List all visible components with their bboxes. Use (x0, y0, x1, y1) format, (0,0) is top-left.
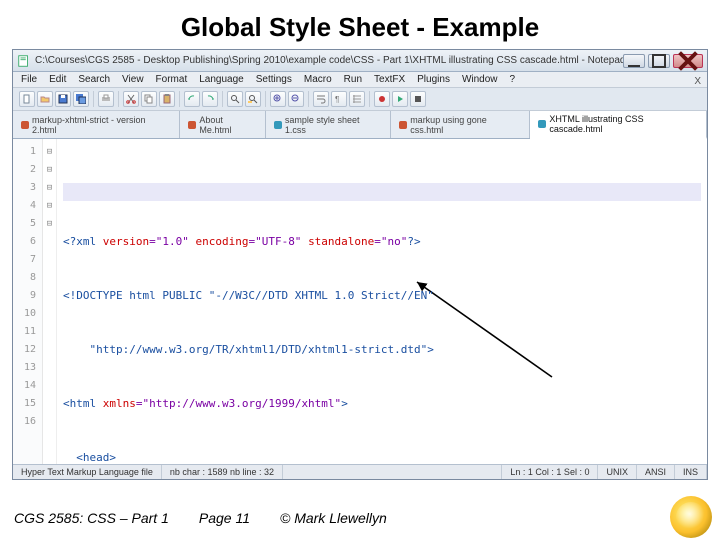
titlebar: C:\Courses\CGS 2585 - Desktop Publishing… (13, 50, 707, 72)
close-button[interactable] (673, 54, 703, 68)
window-title: C:\Courses\CGS 2585 - Desktop Publishing… (35, 55, 623, 66)
saved-icon (274, 121, 282, 129)
footer-page: Page 11 (199, 510, 250, 526)
menu-edit[interactable]: Edit (49, 74, 66, 85)
open-file-icon[interactable] (37, 91, 53, 107)
menu-macro[interactable]: Macro (304, 74, 332, 85)
find-icon[interactable] (227, 91, 243, 107)
tab-3[interactable]: markup using gone css.html (391, 111, 530, 138)
undo-icon[interactable] (184, 91, 200, 107)
tab-4[interactable]: XHTML illustrating CSS cascade.html (530, 111, 707, 139)
tab-0[interactable]: markup-xhtml-strict - version 2.html (13, 111, 180, 138)
indent-guide-icon[interactable] (349, 91, 365, 107)
maximize-button[interactable] (648, 54, 670, 68)
menu-search[interactable]: Search (78, 74, 110, 85)
code-area[interactable]: <?xml version="1.0" encoding="UTF-8" sta… (57, 139, 707, 464)
cut-icon[interactable] (123, 91, 139, 107)
svg-text:¶: ¶ (335, 95, 339, 104)
save-icon[interactable] (55, 91, 71, 107)
line-numbers: 1234 5678 9101112 13141516 (13, 139, 43, 464)
menu-view[interactable]: View (122, 74, 144, 85)
menu-textfx[interactable]: TextFX (374, 74, 405, 85)
footer-course: CGS 2585: CSS – Part 1 (14, 510, 169, 526)
menu-format[interactable]: Format (156, 74, 188, 85)
save-all-icon[interactable] (73, 91, 89, 107)
show-chars-icon[interactable]: ¶ (331, 91, 347, 107)
zoom-out-icon[interactable] (288, 91, 304, 107)
new-file-icon[interactable] (19, 91, 35, 107)
modified-icon (399, 121, 407, 129)
fold-column: ⊟ ⊟ ⊟⊟ ⊟ (43, 139, 57, 464)
menu-help[interactable]: ? (510, 74, 516, 85)
menu-plugins[interactable]: Plugins (417, 74, 450, 85)
redo-icon[interactable] (202, 91, 218, 107)
toolbar: ¶ (13, 88, 707, 111)
ucf-logo-icon (670, 496, 712, 538)
tab-1[interactable]: About Me.html (180, 111, 266, 138)
tabbar: markup-xhtml-strict - version 2.html Abo… (13, 111, 707, 139)
modified-icon (188, 121, 196, 129)
app-icon (17, 54, 31, 68)
statusbar: Hyper Text Markup Language file nb char … (13, 464, 707, 479)
slide-title: Global Style Sheet - Example (0, 0, 720, 49)
menu-run[interactable]: Run (344, 74, 362, 85)
code-editor[interactable]: 1234 5678 9101112 13141516 ⊟ ⊟ ⊟⊟ ⊟ <?xm… (13, 139, 707, 464)
status-chars: nb char : 1589 nb line : 32 (162, 465, 283, 479)
status-eol: UNIX (598, 465, 637, 479)
record-macro-icon[interactable] (374, 91, 390, 107)
tab-label: XHTML illustrating CSS cascade.html (549, 114, 698, 134)
tab-label: markup using gone css.html (410, 115, 521, 135)
modified-icon (21, 121, 29, 129)
minimize-button[interactable] (623, 54, 645, 68)
paste-icon[interactable] (159, 91, 175, 107)
tab-label: sample style sheet 1.css (285, 115, 382, 135)
status-enc: ANSI (637, 465, 675, 479)
stop-macro-icon[interactable] (410, 91, 426, 107)
saved-icon (538, 120, 546, 128)
play-macro-icon[interactable] (392, 91, 408, 107)
tab-2[interactable]: sample style sheet 1.css (266, 111, 391, 138)
notepad-window: C:\Courses\CGS 2585 - Desktop Publishing… (12, 49, 708, 480)
wrap-icon[interactable] (313, 91, 329, 107)
panel-close-icon[interactable]: X (694, 76, 701, 87)
status-pos: Ln : 1 Col : 1 Sel : 0 (502, 465, 598, 479)
footer-copyright: © Mark Llewellyn (280, 510, 387, 526)
tab-label: markup-xhtml-strict - version 2.html (32, 115, 172, 135)
menu-window[interactable]: Window (462, 74, 498, 85)
status-ins: INS (675, 465, 707, 479)
print-icon[interactable] (98, 91, 114, 107)
current-line-highlight (63, 183, 701, 201)
menu-language[interactable]: Language (199, 74, 244, 85)
status-lang: Hyper Text Markup Language file (13, 465, 162, 479)
zoom-in-icon[interactable] (270, 91, 286, 107)
menu-file[interactable]: File (21, 74, 37, 85)
menu-settings[interactable]: Settings (256, 74, 292, 85)
copy-icon[interactable] (141, 91, 157, 107)
tab-label: About Me.html (199, 115, 257, 135)
replace-icon[interactable] (245, 91, 261, 107)
menubar: File Edit Search View Format Language Se… (13, 72, 707, 88)
slide-footer: CGS 2585: CSS – Part 1 Page 11 © Mark Ll… (0, 496, 720, 540)
